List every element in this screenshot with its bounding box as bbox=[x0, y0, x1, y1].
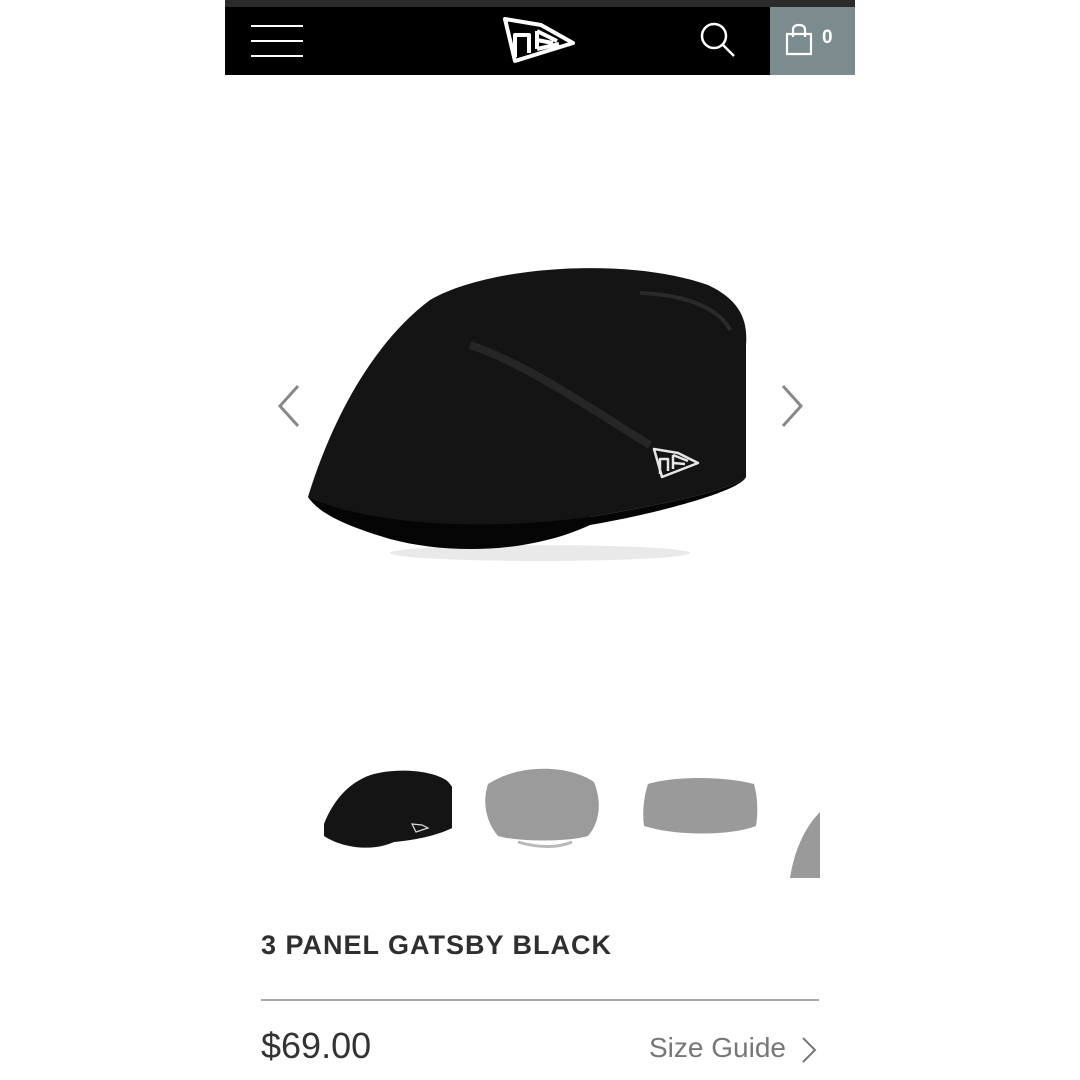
cart-count: 0 bbox=[822, 27, 833, 48]
product-title: 3 PANEL GATSBY BLACK bbox=[261, 930, 613, 960]
top-border bbox=[225, 0, 855, 7]
new-era-flag-logo[interactable] bbox=[501, 13, 577, 67]
thumbnail-black-cap[interactable] bbox=[322, 762, 452, 884]
cart-button[interactable]: 0 bbox=[770, 7, 855, 75]
chevron-right-icon[interactable] bbox=[773, 376, 813, 436]
size-guide-label: Size Guide bbox=[649, 1032, 786, 1063]
thumbnail-gray-cap-back[interactable] bbox=[634, 762, 764, 884]
hamburger-menu-icon[interactable] bbox=[251, 21, 305, 61]
thumbnail-strip bbox=[260, 762, 820, 884]
thumbnail-gray-cap-partial[interactable] bbox=[790, 762, 820, 884]
product-price: $69.00 bbox=[261, 1025, 372, 1066]
mobile-product-page: 0 3 PANEL GATSBY BLACK $69.00 Size Guide bbox=[225, 0, 855, 1080]
chevron-right-icon bbox=[802, 1037, 817, 1063]
search-icon[interactable] bbox=[699, 21, 737, 59]
shopping-bag-icon bbox=[785, 23, 813, 56]
divider bbox=[261, 999, 819, 1001]
thumbnail-gray-cap-front[interactable] bbox=[478, 762, 608, 884]
site-header: 0 bbox=[225, 7, 855, 75]
main-product-image bbox=[308, 268, 747, 561]
size-guide-link[interactable]: Size Guide bbox=[649, 1032, 821, 1068]
